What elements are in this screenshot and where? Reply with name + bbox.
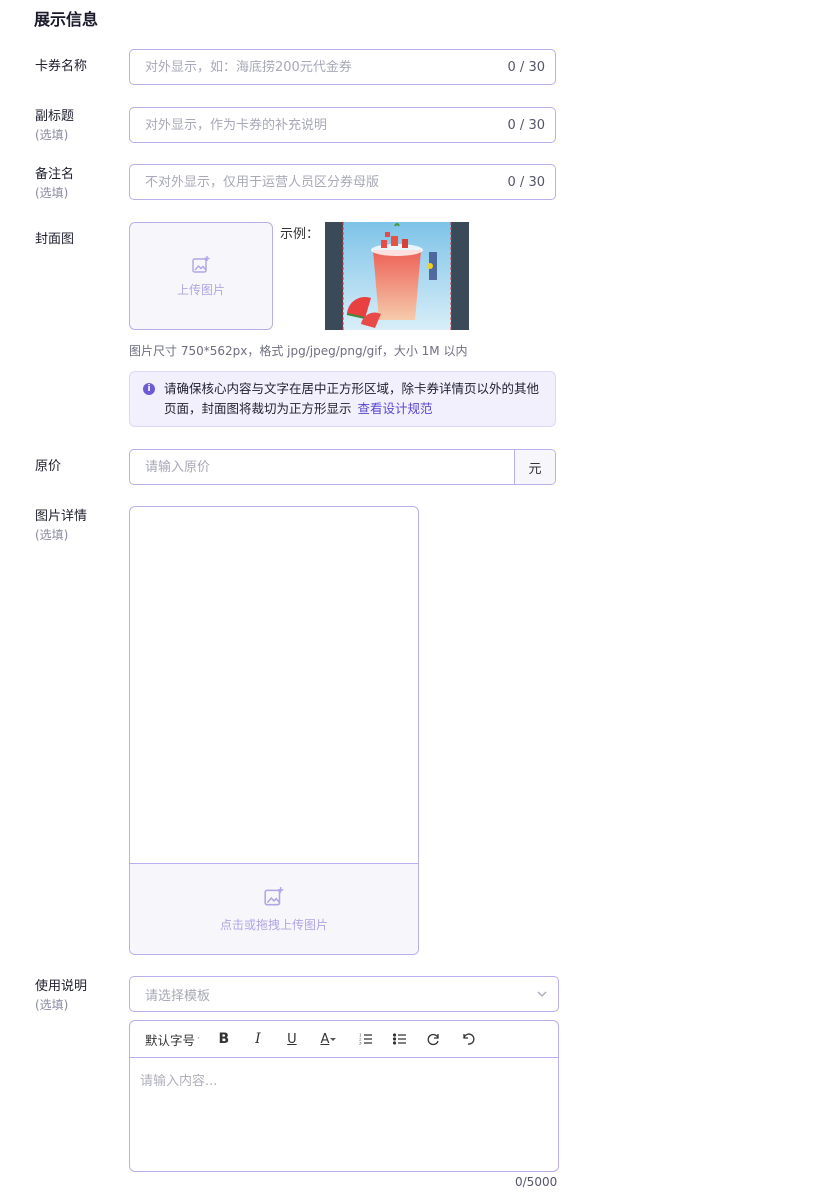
bold-icon: B <box>218 1031 230 1047</box>
cover-upload-label: 上传图片 <box>176 282 225 297</box>
name-counter: 0 / 30 <box>507 59 545 75</box>
cover-size-hint: 图片尺寸 750*562px，格式 jpg/jpeg/png/gif，大小 1M… <box>129 344 468 358</box>
usage-label: 使用说明 (选填) <box>35 979 88 1012</box>
usage-optional: (选填) <box>35 998 69 1012</box>
remark-counter: 0 / 30 <box>507 174 545 190</box>
price-label: 原价 <box>35 459 62 474</box>
svg-text:3: 3 <box>359 1041 362 1046</box>
undo-button[interactable] <box>456 1027 480 1051</box>
price-input[interactable] <box>130 450 514 484</box>
details-upload-area[interactable]: 点击或拖拽上传图片 <box>129 506 419 955</box>
details-upload-label: 点击或拖拽上传图片 <box>219 918 328 932</box>
cover-upload-button[interactable]: 上传图片 <box>129 222 273 330</box>
caret-down-icon <box>330 1038 337 1041</box>
chevron-down-icon <box>537 991 547 997</box>
remark-optional: (选填) <box>35 186 69 200</box>
word-count: 0/5000 <box>515 1175 558 1189</box>
price-input-wrapper[interactable]: 元 <box>129 449 556 485</box>
template-select[interactable]: 请选择模板 <box>129 976 559 1012</box>
editor-toolbar: 默认字号 · B I U A 1 2 3 <box>130 1021 558 1058</box>
design-spec-link[interactable]: 查看设计规范 <box>358 401 433 416</box>
italic-button[interactable]: I <box>246 1027 270 1051</box>
undo-icon <box>463 1033 475 1045</box>
template-select-placeholder: 请选择模板 <box>145 988 211 1004</box>
font-color-button[interactable]: A <box>314 1027 344 1051</box>
details-preview <box>130 507 418 864</box>
remark-input[interactable] <box>145 174 508 190</box>
image-upload-icon <box>192 255 210 273</box>
subtitle-label: 副标题 (选填) <box>35 109 75 142</box>
name-input-wrapper[interactable]: 0 / 30 <box>129 49 556 85</box>
italic-icon: I <box>255 1031 261 1047</box>
subtitle-counter: 0 / 30 <box>507 117 545 133</box>
example-label: 示例： <box>280 227 320 242</box>
redo-icon <box>427 1033 439 1046</box>
bold-button[interactable]: B <box>212 1027 236 1051</box>
bullet-list-icon <box>392 1033 406 1045</box>
redo-button[interactable] <box>422 1027 446 1051</box>
remark-label: 备注名 (选填) <box>35 167 75 200</box>
details-label: 图片详情 (选填) <box>35 509 88 542</box>
bullet-list-button[interactable] <box>388 1027 412 1051</box>
subtitle-input[interactable] <box>145 117 508 133</box>
font-color-icon: A <box>320 1031 330 1047</box>
underline-button[interactable]: U <box>280 1027 304 1051</box>
subtitle-optional: (选填) <box>35 128 69 142</box>
notice-text: 请确保核心内容与文字在居中正方形区域，除卡券详情页以外的其他页面，封面图将裁切为… <box>164 381 540 416</box>
remark-input-wrapper[interactable]: 0 / 30 <box>129 164 556 200</box>
underline-icon: U <box>287 1031 297 1047</box>
price-unit: 元 <box>514 450 555 484</box>
details-optional: (选填) <box>35 528 69 542</box>
rich-text-editor[interactable]: 默认字号 · B I U A 1 2 3 请输入内容... <box>129 1020 559 1172</box>
details-drop-zone[interactable]: 点击或拖拽上传图片 <box>130 864 418 954</box>
editor-content[interactable]: 请输入内容... <box>130 1058 558 1101</box>
info-icon: i <box>143 383 155 395</box>
example-image <box>325 222 469 330</box>
ordered-list-button[interactable]: 1 2 3 <box>354 1027 378 1051</box>
image-upload-icon <box>264 887 284 906</box>
name-input[interactable] <box>145 59 508 75</box>
section-title: 展示信息 <box>34 10 99 29</box>
subtitle-input-wrapper[interactable]: 0 / 30 <box>129 107 556 143</box>
cover-notice: i 请确保核心内容与文字在居中正方形区域，除卡券详情页以外的其他页面，封面图将裁… <box>129 371 556 427</box>
cover-label: 封面图 <box>35 232 75 247</box>
ordered-list-icon: 1 2 3 <box>359 1033 372 1046</box>
name-label: 卡券名称 <box>35 59 88 74</box>
font-size-dropdown[interactable]: 默认字号 · <box>145 1027 200 1051</box>
